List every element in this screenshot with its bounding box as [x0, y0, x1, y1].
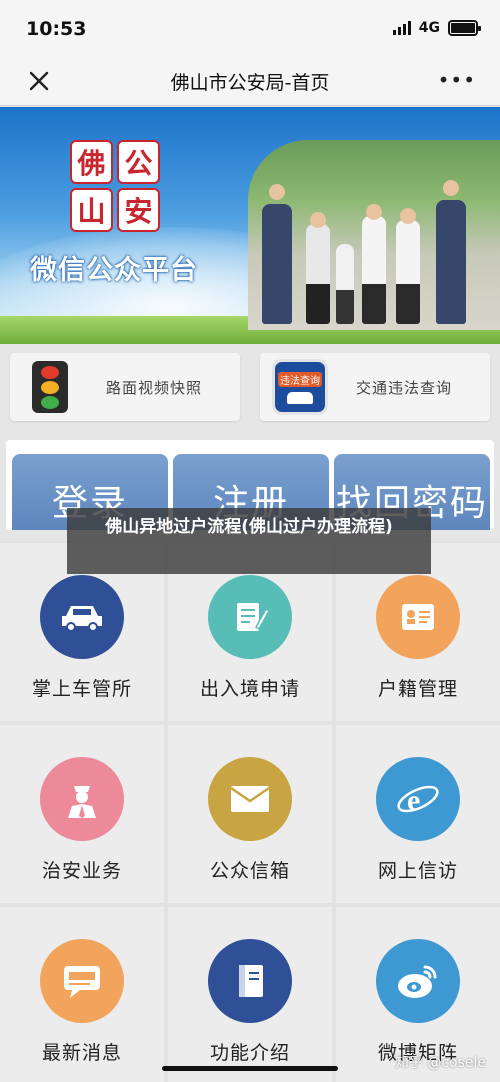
grid-item-label: 公众信箱	[209, 860, 290, 882]
grid-item-label: 治安业务	[41, 860, 122, 882]
violation-query-icon: 违法查询	[272, 359, 328, 415]
grid-item-online-petition[interactable]: e 网上信访	[336, 725, 500, 903]
grid-item-public-mailbox[interactable]: 公众信箱	[168, 725, 332, 903]
banner-title: 微信公众平台	[30, 255, 198, 286]
news-icon	[40, 939, 124, 1023]
more-menu-icon[interactable]: •••	[438, 68, 476, 92]
car-icon	[40, 575, 124, 659]
grid-item-latest-news[interactable]: 最新消息	[0, 907, 164, 1082]
traffic-light-icon	[32, 361, 68, 413]
network-type: 4G	[418, 20, 440, 36]
police-officer-icon	[40, 757, 124, 841]
page-title: 佛山市公安局-首页	[170, 72, 330, 94]
quick-link-violation-query[interactable]: 违法查询 交通违法查询	[260, 353, 490, 421]
quick-link-label: 路面视频快照	[106, 379, 203, 397]
grid-item-label: 掌上车管所	[31, 678, 132, 700]
watermark: 知乎 @cosele	[394, 1055, 486, 1071]
grid-item-label: 网上信访	[377, 860, 458, 882]
document-edit-icon	[208, 575, 292, 659]
grid-item-label: 最新消息	[41, 1042, 122, 1064]
grid-item-public-security[interactable]: 治安业务	[0, 725, 164, 903]
id-card-icon	[376, 575, 460, 659]
book-icon	[208, 939, 292, 1023]
grid-item-label: 出入境申请	[199, 678, 300, 700]
article-caption: 佛山异地过户流程(佛山过户办理流程)	[67, 508, 431, 574]
weibo-icon	[376, 939, 460, 1023]
quick-link-label: 交通违法查询	[356, 379, 453, 397]
nav-bar: 佛山市公安局-首页 •••	[0, 56, 500, 106]
banner-photo	[248, 140, 500, 330]
svg-text:e: e	[407, 784, 420, 817]
service-grid: 掌上车管所 出入境申请 户籍管理 治安业务 公众信箱 e 网上信访 最新消息 功…	[0, 541, 500, 1082]
home-indicator[interactable]	[162, 1066, 338, 1071]
battery-icon	[448, 20, 481, 36]
mail-icon	[208, 757, 292, 841]
grid-item-features[interactable]: 功能介绍	[168, 907, 332, 1082]
status-time: 10:53	[26, 18, 87, 40]
internet-explorer-icon: e	[376, 757, 460, 841]
grid-item-label: 户籍管理	[377, 678, 458, 700]
status-bar: 10:53 4G	[0, 0, 500, 56]
signal-icon	[392, 21, 411, 35]
police-seal-logo: 佛 公 山 安	[70, 140, 160, 232]
status-indicators: 4G	[392, 20, 481, 36]
quick-link-road-video[interactable]: 路面视频快照	[10, 353, 240, 421]
grid-item-label: 功能介绍	[209, 1042, 290, 1064]
